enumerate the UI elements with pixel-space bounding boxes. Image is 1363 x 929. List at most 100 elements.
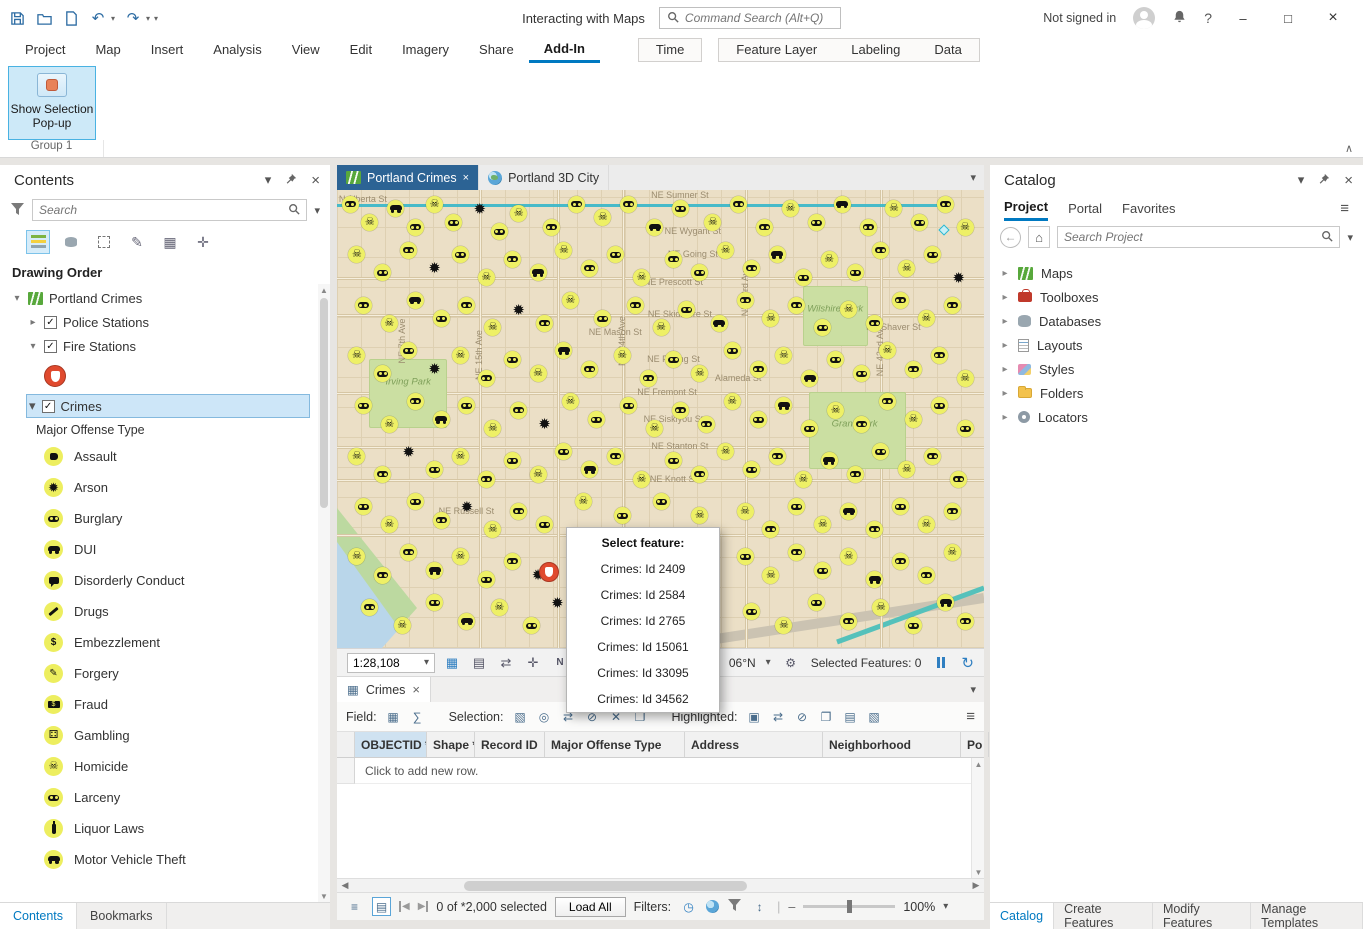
crime-marker[interactable]: ☠ — [426, 196, 443, 213]
crime-marker[interactable] — [957, 613, 974, 630]
ribbon-tab-view[interactable]: View — [277, 36, 335, 63]
crime-marker[interactable]: ☠ — [918, 310, 935, 327]
crime-marker[interactable] — [458, 297, 475, 314]
crime-marker[interactable]: ☠ — [484, 420, 501, 437]
view-tabs-menu-icon[interactable] — [970, 165, 984, 190]
chevron-right-icon[interactable] — [1000, 364, 1010, 375]
crime-marker[interactable] — [924, 246, 941, 263]
crime-marker[interactable] — [892, 292, 909, 309]
crime-marker[interactable]: ☠ — [762, 567, 779, 584]
crime-marker[interactable]: ☠ — [594, 209, 611, 226]
crime-marker[interactable]: ☠ — [905, 411, 922, 428]
crime-marker[interactable] — [872, 443, 889, 460]
crime-marker[interactable] — [808, 594, 825, 611]
layer-portland-crimes[interactable]: Portland Crimes — [0, 286, 330, 310]
legend-item-disorderly-conduct[interactable]: Disorderly Conduct — [0, 565, 330, 596]
pin-icon[interactable] — [285, 173, 297, 188]
crime-marker[interactable]: ☠ — [840, 301, 857, 318]
scroll-down-icon[interactable]: ▼ — [318, 890, 330, 902]
crime-marker[interactable]: ☠ — [646, 420, 663, 437]
crime-marker[interactable]: ☠ — [348, 548, 365, 565]
highlight-table-icon[interactable] — [865, 707, 884, 726]
crime-marker[interactable] — [905, 361, 922, 378]
catalog-tab-portal[interactable]: Portal — [1068, 195, 1102, 221]
crime-marker[interactable]: ☠ — [775, 617, 792, 634]
crime-marker[interactable] — [931, 347, 948, 364]
crime-marker[interactable]: ☠ — [484, 521, 501, 538]
crime-marker[interactable]: ☠ — [575, 493, 592, 510]
ribbon-tab-map[interactable]: Map — [80, 36, 135, 63]
crime-marker[interactable]: ☠ — [381, 315, 398, 332]
select-by-attributes-icon[interactable] — [510, 707, 529, 726]
view-tab-portland-crimes[interactable]: Portland Crimes× — [337, 165, 479, 190]
close-table-icon[interactable] — [412, 682, 420, 697]
extent-filter-icon[interactable] — [706, 900, 719, 913]
crime-marker[interactable] — [860, 219, 877, 236]
crime-marker[interactable] — [543, 219, 560, 236]
filter-icon[interactable] — [10, 202, 25, 219]
crime-marker[interactable]: ☠ — [452, 347, 469, 364]
chevron-down-icon[interactable] — [424, 657, 429, 668]
crime-marker[interactable] — [665, 351, 682, 368]
crime-marker[interactable] — [788, 544, 805, 561]
project-home-icon[interactable] — [1028, 226, 1050, 248]
crime-marker[interactable] — [407, 219, 424, 236]
crime-marker[interactable]: ☠ — [530, 466, 547, 483]
chevron-right-icon[interactable] — [1000, 292, 1010, 303]
catalog-tab-project[interactable]: Project — [1004, 195, 1048, 221]
crime-marker[interactable] — [905, 617, 922, 634]
crime-marker[interactable] — [814, 562, 831, 579]
attribute-filter-icon[interactable] — [727, 898, 742, 915]
ribbon-tab-time[interactable]: Time — [639, 39, 701, 61]
crime-marker[interactable] — [711, 315, 728, 332]
legend-item-embezzlement[interactable]: $Embezzlement — [0, 627, 330, 658]
back-button[interactable] — [1000, 227, 1021, 248]
crime-marker[interactable]: ☠ — [452, 548, 469, 565]
crime-marker[interactable]: ☠ — [879, 342, 896, 359]
table-view-icon[interactable] — [372, 897, 391, 916]
crime-marker[interactable] — [847, 264, 864, 281]
table-hscrollbar[interactable]: ◀ ▶ — [337, 878, 984, 892]
catalog-item-toolboxes[interactable]: Toolboxes — [990, 285, 1363, 309]
ribbon-tab-add-in[interactable]: Add-In — [529, 36, 600, 63]
panel-tab-create-features[interactable]: Create Features — [1054, 903, 1153, 929]
close-button[interactable] — [1319, 9, 1347, 27]
pause-drawing-button[interactable] — [931, 653, 951, 673]
last-record-icon[interactable] — [418, 901, 429, 912]
show-selection-popup-button[interactable]: Show Selection Pop-up — [8, 66, 96, 140]
sign-in-status[interactable]: Not signed in — [1043, 11, 1116, 25]
catalog-item-styles[interactable]: Styles — [990, 357, 1363, 381]
notifications-icon[interactable] — [1172, 9, 1187, 27]
crime-marker[interactable] — [840, 503, 857, 520]
crime-marker[interactable]: ☠ — [555, 242, 572, 259]
legend-item-homicide[interactable]: ☠Homicide — [0, 751, 330, 782]
crime-marker[interactable] — [510, 503, 527, 520]
swap-icon[interactable] — [496, 653, 516, 673]
crime-marker[interactable]: ☠ — [782, 200, 799, 217]
crime-marker[interactable] — [504, 251, 521, 268]
crime-marker[interactable]: ✹ — [426, 260, 443, 277]
crime-marker[interactable] — [433, 512, 450, 529]
crime-marker[interactable] — [614, 507, 631, 524]
legend-item-larceny[interactable]: Larceny — [0, 782, 330, 813]
crime-marker[interactable] — [478, 370, 495, 387]
crime-marker[interactable]: ☠ — [898, 461, 915, 478]
crime-marker[interactable] — [698, 416, 715, 433]
crime-marker[interactable] — [866, 315, 883, 332]
selection-table-icon[interactable] — [442, 653, 462, 673]
legend-item-drugs[interactable]: Drugs — [0, 596, 330, 627]
popup-feature-item[interactable]: Crimes: Id 2584 — [567, 582, 719, 608]
crime-marker[interactable] — [478, 571, 495, 588]
crime-marker[interactable]: ☠ — [381, 416, 398, 433]
crime-marker[interactable] — [491, 223, 508, 240]
crime-marker[interactable]: ✹ — [536, 416, 553, 433]
crime-marker[interactable]: ☠ — [944, 544, 961, 561]
crime-marker[interactable] — [458, 397, 475, 414]
load-all-button[interactable]: Load All — [555, 897, 626, 917]
column-header-objectid[interactable]: OBJECTID * — [355, 732, 427, 757]
popup-feature-item[interactable]: Crimes: Id 33095 — [567, 660, 719, 686]
crime-marker[interactable] — [530, 264, 547, 281]
crime-marker[interactable]: ☠ — [840, 548, 857, 565]
crime-marker[interactable]: ☠ — [530, 365, 547, 382]
contents-scrollbar[interactable]: ▲ ▼ — [318, 284, 330, 902]
